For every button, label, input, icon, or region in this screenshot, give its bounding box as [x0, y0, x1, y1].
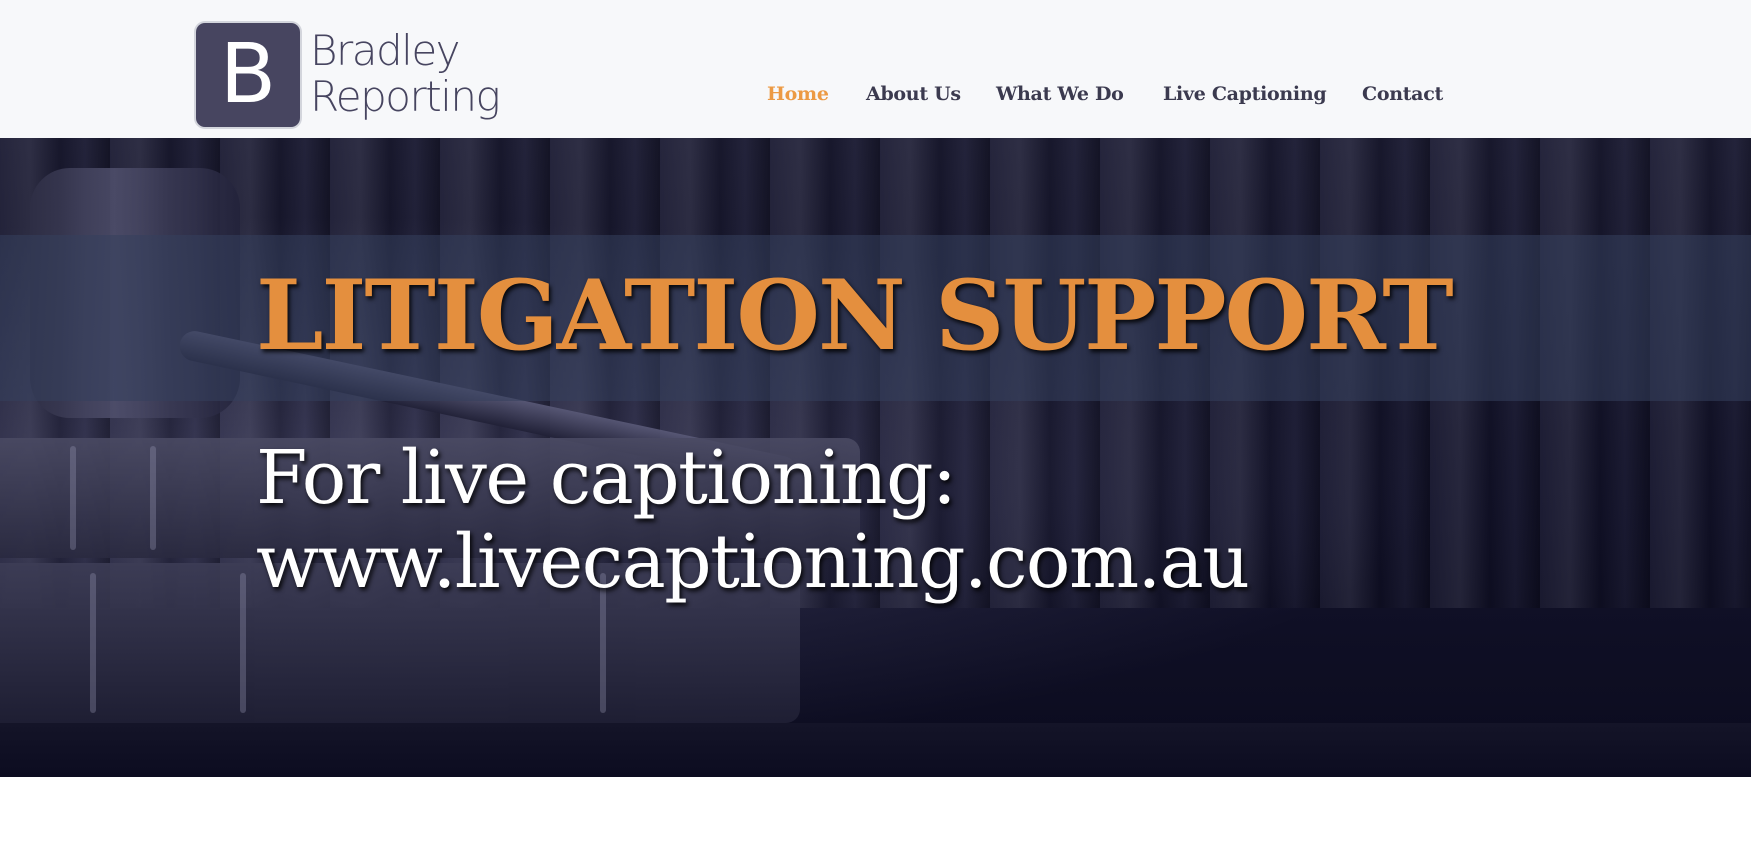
hero-section: LITIGATION SUPPORT For live captioning: … — [0, 138, 1751, 777]
hero-subtitle: For live captioning: www.livecaptioning.… — [256, 435, 1250, 605]
logo-letter: B — [219, 27, 277, 122]
nav-item-home[interactable]: Home — [767, 83, 829, 105]
logo-mark: B — [196, 23, 300, 127]
logo-wordmark: Bradley Reporting — [310, 26, 501, 121]
table-surface — [0, 723, 1751, 777]
logo-name-line2: Reporting — [310, 72, 501, 121]
nav-item-live-captioning[interactable]: Live Captioning — [1163, 83, 1327, 105]
live-captioning-url: www.livecaptioning.com.au — [256, 519, 1250, 605]
nav-item-contact[interactable]: Contact — [1362, 83, 1443, 105]
hero-subtitle-line1: For live captioning: — [256, 435, 957, 521]
hero-title: LITIGATION SUPPORT — [256, 259, 1454, 372]
logo-name-line1: Bradley — [310, 26, 461, 75]
nav-item-what-we-do[interactable]: What We Do — [996, 83, 1124, 105]
site-header: B Bradley Reporting Home About Us What W… — [0, 0, 1751, 138]
site-logo[interactable]: B Bradley Reporting — [196, 22, 501, 128]
nav-item-about-us[interactable]: About Us — [866, 83, 961, 105]
